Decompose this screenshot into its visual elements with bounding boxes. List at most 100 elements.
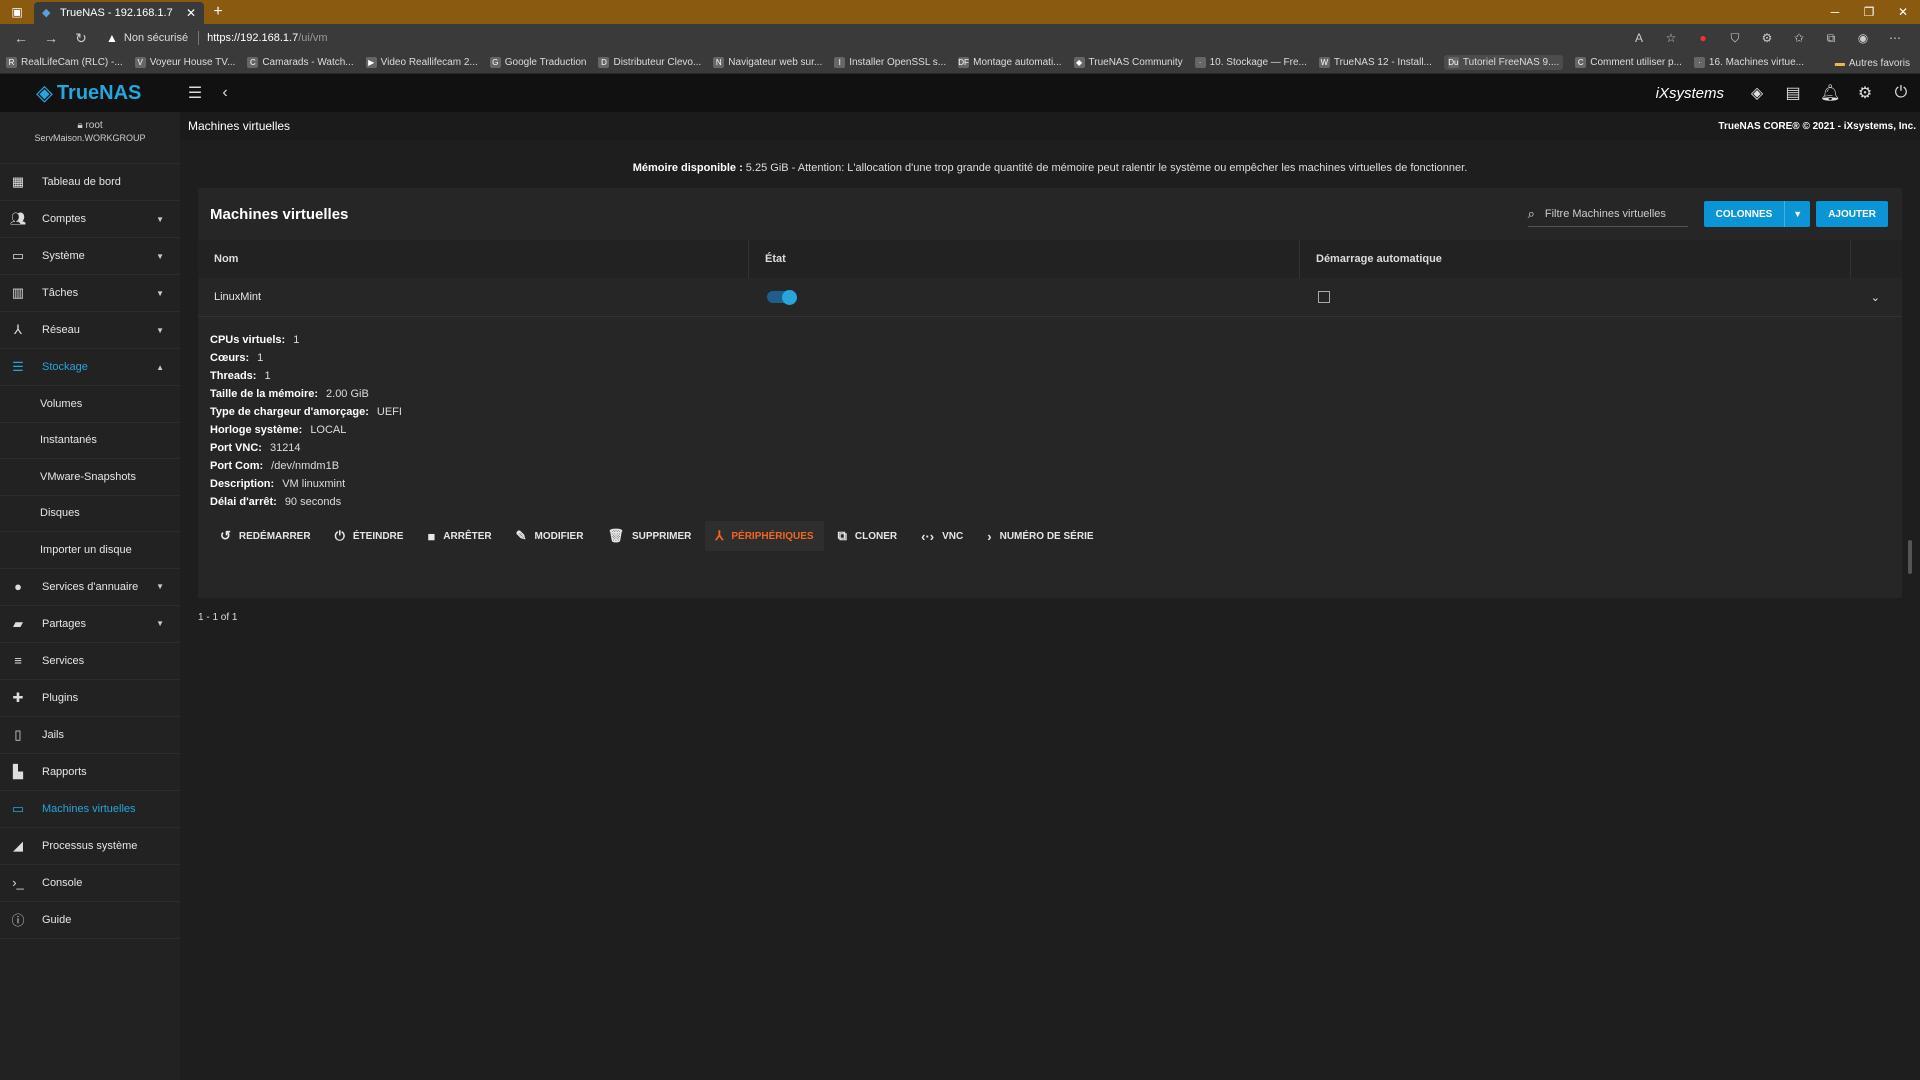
sidebar-item-plugins[interactable]: ✚ Plugins xyxy=(0,680,180,717)
profile-icon[interactable]: ◉ xyxy=(1854,31,1872,46)
storage-list-icon: ☰ xyxy=(12,359,24,374)
sidebar-item-dashboard[interactable]: ▦ Tableau de bord xyxy=(0,164,180,201)
search-icon: ⌕ xyxy=(1527,205,1535,221)
autostart-checkbox[interactable] xyxy=(1318,291,1330,303)
task-manager-icon[interactable]: ▤ xyxy=(1784,83,1802,103)
bookmark-icon: DF xyxy=(958,57,970,68)
columns-button[interactable]: COLONNES ▼ xyxy=(1703,201,1811,227)
close-window-icon[interactable]: ✕ xyxy=(1886,0,1920,24)
bookmark-item[interactable]: ▶ Video Reallifecam 2... xyxy=(365,57,478,68)
forward-button[interactable]: → xyxy=(38,26,64,50)
sidebar-item-system[interactable]: ▭ Système ▼ xyxy=(0,238,180,275)
bookmark-item[interactable]: Du Tutoriel FreeNAS 9.... xyxy=(1443,55,1564,70)
url-separator xyxy=(198,31,200,45)
insecure-label: Non sécurisé xyxy=(123,32,189,44)
collapse-chevron-icon[interactable]: ‹ xyxy=(210,84,240,102)
edit-button[interactable]: ✎ MODIFIER xyxy=(506,521,594,551)
bookmark-item[interactable]: DF Montage automati... xyxy=(958,57,1062,68)
other-bookmarks[interactable]: ▬ Autres favoris xyxy=(1835,52,1910,74)
bookmark-item[interactable]: W TrueNAS 12 - Install... xyxy=(1318,57,1432,68)
bookmark-item[interactable]: · 16. Machines virtue... xyxy=(1693,57,1804,68)
reload-button[interactable]: ↻ xyxy=(68,26,94,50)
add-button[interactable]: AJOUTER xyxy=(1816,201,1888,227)
url-path: /ui/vm xyxy=(298,32,328,44)
restore-icon[interactable]: ❐ xyxy=(1852,0,1886,24)
tracking-icon[interactable]: ☆ xyxy=(1662,31,1680,46)
scrollbar[interactable] xyxy=(1908,540,1912,574)
sidebar-subitem-vmware-snapshots[interactable]: VMware-Snapshots xyxy=(0,459,180,496)
more-icon[interactable]: ⋯ xyxy=(1886,31,1904,46)
devices-button[interactable]: ⅄ PÉRIPHÉRIQUES xyxy=(705,521,824,551)
stop-button[interactable]: ■ ARRÊTER xyxy=(417,521,501,551)
window-menu-icon[interactable]: ▣ xyxy=(0,0,34,24)
sidebar-item-console[interactable]: ›_ Console xyxy=(0,865,180,902)
favorites-icon[interactable]: ✩ xyxy=(1790,31,1808,46)
bookmark-item[interactable]: · 10. Stockage — Fre... xyxy=(1194,57,1307,68)
bookmark-item[interactable]: N Navigateur web sur... xyxy=(713,57,822,68)
sidebar-item-shares[interactable]: ▰ Partages ▼ xyxy=(0,606,180,643)
bookmark-item[interactable]: ◆ TrueNAS Community xyxy=(1073,57,1183,68)
browser-tab[interactable]: ◆ TrueNAS - 192.168.1.7 ✕ xyxy=(34,2,204,24)
filter-box: ⌕ xyxy=(1527,202,1688,227)
truenas-logo[interactable]: ◈ TrueNAS xyxy=(0,80,180,106)
sidebar-subitem-snapshots[interactable]: Instantanés xyxy=(0,423,180,459)
sidebar-item-jails[interactable]: ▯ Jails xyxy=(0,717,180,754)
sidebar-item-services[interactable]: ≡ Services xyxy=(0,643,180,680)
sidebar-item-storage[interactable]: ☰ Stockage ▲ xyxy=(0,349,180,386)
vnc-button[interactable]: ‹·› VNC xyxy=(911,521,973,551)
column-header-state[interactable]: État xyxy=(749,240,1300,278)
caret-down-icon: ▼ xyxy=(156,582,164,591)
sidebar-item-network[interactable]: ⅄ Réseau ▼ xyxy=(0,312,180,349)
power-icon[interactable]: ⏻ xyxy=(1892,84,1910,102)
sidebar-item-accounts[interactable]: 👥︎ Comptes ▼ xyxy=(0,201,180,238)
delete-button[interactable]: 🗑︎ SUPPRIMER xyxy=(597,521,701,551)
sidebar-item-system-processes[interactable]: ◢ Processus système xyxy=(0,828,180,865)
detail-row: Horloge système: LOCAL xyxy=(210,424,347,436)
filter-input[interactable] xyxy=(1542,206,1677,221)
ublock-icon[interactable]: ● xyxy=(1694,31,1712,46)
bookmark-item[interactable]: V Voyeur House TV... xyxy=(134,57,235,68)
bookmark-item[interactable]: C Comment utiliser p... xyxy=(1575,57,1682,68)
shield-icon[interactable]: ⛉ xyxy=(1726,31,1744,46)
menu-toggle-icon[interactable]: ☰ xyxy=(180,83,210,103)
table-row[interactable]: LinuxMint ⌄ xyxy=(198,278,1902,317)
minimize-icon[interactable]: ─ xyxy=(1818,0,1852,24)
bookmark-icon: · xyxy=(1693,57,1705,68)
chevron-down-icon[interactable]: ▼ xyxy=(1784,201,1810,227)
bookmark-item[interactable]: D Distributeur Clevo... xyxy=(598,57,701,68)
sidebar-item-tasks[interactable]: ▥ Tâches ▼ xyxy=(0,275,180,312)
sidebar-item-directory-services[interactable]: ● Services d'annuaire ▼ xyxy=(0,569,180,606)
sidebar-item-reports[interactable]: ▙ Rapports xyxy=(0,754,180,791)
clone-button[interactable]: ⧉ CLONER xyxy=(828,521,908,551)
serial-button[interactable]: › NUMÉRO DE SÉRIE xyxy=(977,521,1103,551)
read-aloud-icon[interactable]: A xyxy=(1630,31,1648,46)
back-button[interactable]: ← xyxy=(8,26,34,50)
sidebar-subitem-import-disk[interactable]: Importer un disque xyxy=(0,532,180,569)
sidebar-item-virtual-machines[interactable]: ▭ Machines virtuelles xyxy=(0,791,180,828)
bookmark-item[interactable]: R RealLifeCam (RLC) -... xyxy=(6,57,123,68)
url-field[interactable]: ▲ Non sécurisé https://192.168.1.7 /ui/v… xyxy=(98,27,1626,49)
bookmark-item[interactable]: I Installer OpenSSL s... xyxy=(834,57,946,68)
settings-gear-icon[interactable]: ⚙ xyxy=(1856,83,1874,103)
sidebar-subitem-disks[interactable]: Disques xyxy=(0,496,180,532)
collections-icon[interactable]: ⧉ xyxy=(1822,31,1840,46)
expand-chevron-icon[interactable]: ⌄ xyxy=(1851,278,1902,316)
power-off-button[interactable]: ⏻ ÉTEINDRE xyxy=(325,521,414,551)
extension-icon[interactable]: ⚙ xyxy=(1758,31,1776,46)
column-header-name[interactable]: Nom xyxy=(198,240,749,278)
bookmark-item[interactable]: C Camarads - Watch... xyxy=(247,57,354,68)
caret-down-icon: ▼ xyxy=(156,214,164,224)
state-toggle[interactable] xyxy=(767,289,797,305)
bookmark-item[interactable]: G Google Traduction xyxy=(489,57,586,68)
paginator: 1 - 1 of 1 xyxy=(198,612,238,623)
ixsystems-logo[interactable]: iXsystems xyxy=(1656,85,1724,102)
restart-button[interactable]: ↺ REDÉMARRER xyxy=(210,521,321,551)
truecommand-icon[interactable]: ◈ xyxy=(1748,83,1766,103)
code-arrows-icon: ‹·› xyxy=(921,528,935,544)
close-tab-icon[interactable]: ✕ xyxy=(186,6,196,20)
new-tab-button[interactable]: + xyxy=(204,0,232,24)
sidebar-subitem-volumes[interactable]: Volumes xyxy=(0,386,180,423)
sidebar-item-guide[interactable]: ⓘ Guide xyxy=(0,902,180,939)
notifications-bell-icon[interactable]: 🔔︎ xyxy=(1820,83,1840,103)
column-header-autostart[interactable]: Démarrage automatique xyxy=(1300,240,1851,278)
